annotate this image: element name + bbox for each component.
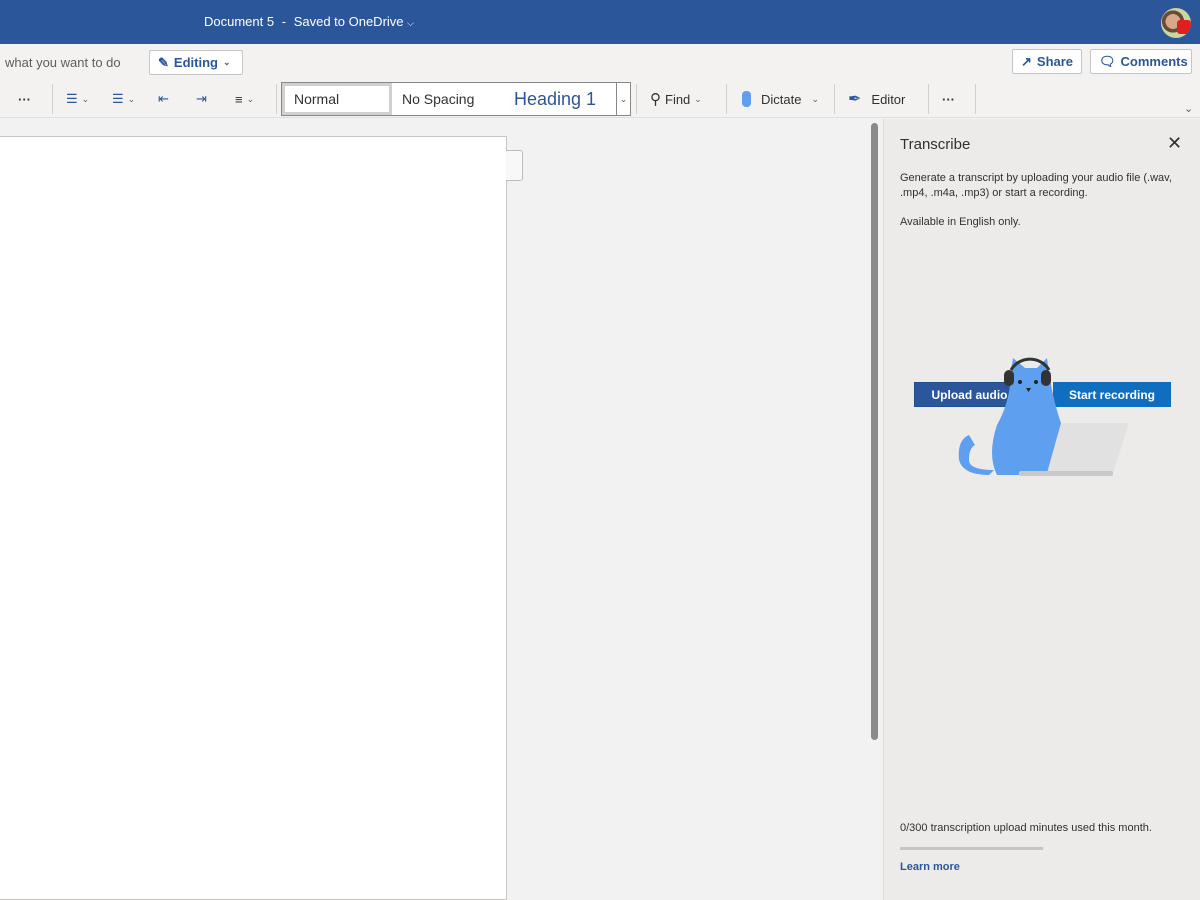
indent-icon: ⇥ bbox=[196, 91, 207, 106]
editor-label: Editor bbox=[871, 91, 906, 107]
transcribe-pane: Transcribe ✕ Generate a transcript by up… bbox=[883, 119, 1200, 900]
availability-note: Available in English only. bbox=[900, 216, 1021, 228]
style-normal[interactable]: Normal bbox=[282, 83, 392, 115]
dictate-button[interactable]: Dictate ⌄ bbox=[742, 89, 819, 109]
chevron-down-icon: ⌵ bbox=[407, 18, 414, 28]
avatar[interactable] bbox=[1161, 8, 1191, 38]
headphone-left bbox=[1004, 370, 1014, 386]
close-icon[interactable]: ✕ bbox=[1167, 133, 1182, 154]
align-button[interactable]: ≡ ⌄ bbox=[235, 89, 254, 109]
chevron-down-icon: ⌄ bbox=[694, 93, 702, 104]
title-separator: - bbox=[281, 14, 287, 29]
laptop-base bbox=[1019, 471, 1113, 476]
divider bbox=[834, 84, 835, 114]
pane-title: Transcribe bbox=[900, 136, 971, 153]
chevron-down-icon: ⌄ bbox=[811, 93, 820, 104]
document-title[interactable]: Document 5 - Saved to OneDrive ⌵ bbox=[204, 14, 414, 29]
share-button[interactable]: ↗ Share bbox=[1012, 49, 1082, 74]
learn-more-link[interactable]: Learn more bbox=[900, 861, 960, 873]
increase-indent-button[interactable]: ⇥ bbox=[196, 89, 207, 109]
document-name: Document 5 bbox=[204, 14, 275, 29]
editor-button[interactable]: ✒ Editor bbox=[848, 89, 905, 109]
document-page[interactable] bbox=[0, 136, 507, 900]
usage-text: 0/300 transcription upload minutes used … bbox=[900, 822, 1152, 834]
find-button[interactable]: ⚲ Find ⌄ bbox=[650, 89, 702, 109]
share-label: Share bbox=[1036, 54, 1074, 69]
search-icon: ⚲ bbox=[650, 91, 661, 108]
divider bbox=[928, 84, 929, 114]
headphone-right bbox=[1041, 370, 1051, 386]
cat-tail bbox=[958, 435, 994, 475]
numbering-button[interactable]: ☰ ⌄ bbox=[112, 89, 135, 109]
pane-description: Generate a transcript by uploading your … bbox=[900, 172, 1172, 199]
bullets-button[interactable]: ☰ ⌄ bbox=[66, 89, 89, 109]
pencil-icon: ✎ bbox=[158, 54, 169, 70]
share-icon: ↗ bbox=[1021, 53, 1032, 69]
laptop-screen bbox=[1047, 423, 1129, 473]
divider bbox=[636, 84, 637, 114]
vertical-scrollbar[interactable] bbox=[871, 123, 878, 740]
divider bbox=[975, 84, 976, 114]
editor-pen-icon: ✒ bbox=[848, 91, 862, 108]
editing-mode-button[interactable]: ✎ Editing ⌄ bbox=[149, 50, 243, 75]
microphone-icon bbox=[742, 91, 751, 107]
style-heading-1[interactable]: Heading 1 bbox=[504, 83, 616, 115]
comments-button[interactable]: 🗨 Comments bbox=[1090, 49, 1192, 74]
title-bar: Document 5 - Saved to OneDrive ⌵ bbox=[0, 0, 1200, 44]
outdent-icon: ⇤ bbox=[158, 91, 169, 106]
command-row: what you want to do ✎ Editing ⌄ ↗ Share … bbox=[0, 44, 1200, 80]
chevron-down-icon: ⌄ bbox=[222, 57, 231, 67]
align-icon: ≡ bbox=[235, 91, 243, 107]
more-commands-button[interactable]: ··· bbox=[18, 89, 31, 109]
dictate-label: Dictate bbox=[761, 91, 802, 107]
overflow-button[interactable]: ··· bbox=[942, 89, 955, 109]
find-label: Find bbox=[665, 91, 691, 107]
styles-gallery: Normal No Spacing Heading 1 ⌄ bbox=[281, 82, 631, 116]
editing-label: Editing bbox=[173, 55, 218, 70]
tell-me-search[interactable]: what you want to do bbox=[5, 55, 121, 70]
styles-expand-button[interactable]: ⌄ bbox=[616, 83, 630, 115]
comment-icon: 🗨 bbox=[1099, 53, 1116, 69]
decrease-indent-button[interactable]: ⇤ bbox=[158, 89, 169, 109]
divider bbox=[52, 84, 53, 114]
numbered-list-icon: ☰ bbox=[112, 91, 124, 106]
chevron-down-icon: ⌄ bbox=[81, 93, 90, 104]
usage-progress-bar bbox=[900, 847, 1043, 850]
save-status: Saved to OneDrive bbox=[293, 14, 404, 29]
comments-label: Comments bbox=[1120, 54, 1188, 69]
ribbon-collapse-chevron-icon[interactable]: ⌄ bbox=[1184, 102, 1193, 115]
chevron-down-icon: ⌄ bbox=[127, 93, 136, 104]
style-no-spacing[interactable]: No Spacing bbox=[392, 83, 504, 115]
bullet-list-icon: ☰ bbox=[66, 91, 78, 106]
page-side-tab[interactable] bbox=[506, 150, 523, 181]
divider bbox=[276, 84, 277, 114]
chevron-down-icon: ⌄ bbox=[246, 93, 255, 104]
divider bbox=[726, 84, 727, 114]
cat-headphones-illustration bbox=[958, 357, 1129, 476]
